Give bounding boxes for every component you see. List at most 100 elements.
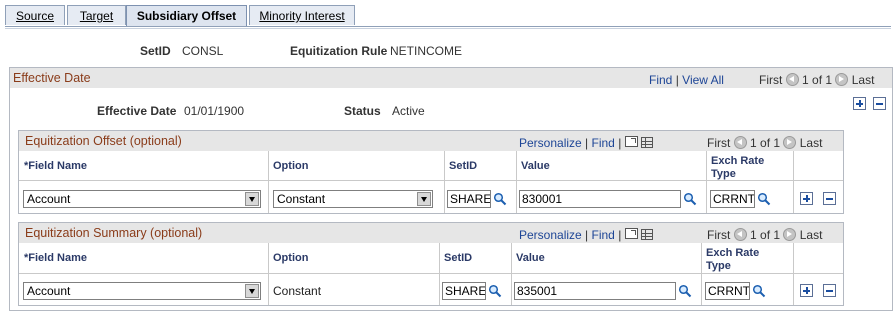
last-label: Last (799, 228, 823, 242)
find-link[interactable]: Find (649, 73, 672, 87)
last-label: Last (799, 136, 823, 150)
equitization-rule-label: Equitization Rule (290, 44, 388, 58)
selected-value: Constant (277, 192, 326, 206)
add-offset-row-icon[interactable] (800, 192, 813, 205)
zoom-icon[interactable] (624, 228, 638, 240)
field-name-select[interactable]: Account (23, 190, 261, 208)
effective-date-nav: Find | View All (649, 73, 724, 87)
status-label: Status (344, 104, 381, 118)
grid-icon[interactable] (641, 229, 654, 241)
value-input[interactable]: 835001 (514, 282, 676, 300)
summary-grid-nav: Personalize | Find | (519, 228, 654, 242)
next-icon[interactable] (783, 228, 797, 242)
exch-rate-type-input[interactable]: CRRNT (705, 282, 750, 300)
magnifier-icon[interactable] (683, 192, 697, 206)
tab-subsidiary-offset[interactable]: Subsidiary Offset (126, 5, 247, 27)
offset-grid-pager: First 1 of 1 Last (707, 136, 822, 150)
previous-icon[interactable] (785, 73, 799, 87)
previous-icon[interactable] (733, 228, 747, 242)
chevron-down-icon[interactable] (245, 192, 259, 206)
col-field-name: *Field Name (24, 160, 87, 172)
col-divider (439, 243, 440, 305)
first-label: First (707, 136, 731, 150)
find-link[interactable]: Find (592, 228, 615, 242)
previous-icon[interactable] (733, 136, 747, 150)
tab-minority-interest[interactable]: Minority Interest (249, 5, 355, 25)
view-all-link[interactable]: View All (682, 73, 724, 87)
col-exch-rate-type: Exch Rate Type (711, 155, 764, 181)
col-value: Value (521, 160, 550, 172)
tab-label: Subsidiary Offset (136, 9, 237, 23)
tab-divider (5, 26, 891, 27)
col-value: Value (516, 252, 545, 264)
personalize-link[interactable]: Personalize (519, 228, 582, 242)
summary-grid-pager: First 1 of 1 Last (707, 228, 822, 242)
offset-grid-nav: Personalize | Find | (519, 136, 654, 150)
selected-value: Account (27, 192, 71, 206)
col-exch-line2: Type (706, 260, 731, 272)
col-divider (793, 243, 794, 305)
exch-rate-type-input[interactable]: CRRNT (710, 190, 755, 208)
delete-summary-row-icon[interactable] (823, 284, 836, 297)
chevron-down-icon[interactable] (245, 284, 259, 298)
last-label: Last (851, 73, 875, 87)
value-input[interactable]: 830001 (519, 190, 681, 208)
col-setid: SetID (449, 160, 478, 172)
col-setid: SetID (444, 252, 473, 264)
setid-value: CONSL (182, 44, 224, 58)
offset-grid-title: Equitization Offset (optional) (25, 134, 182, 148)
setid-input[interactable]: SHARE (442, 282, 486, 300)
option-select[interactable]: Constant (273, 190, 433, 208)
magnifier-icon[interactable] (752, 284, 766, 298)
col-divider (516, 151, 517, 213)
grid-icon[interactable] (641, 137, 654, 149)
tab-label: Source (15, 9, 55, 23)
magnifier-icon[interactable] (493, 192, 507, 206)
magnifier-icon[interactable] (678, 284, 692, 298)
next-icon[interactable] (835, 73, 849, 87)
field-name-select[interactable]: Account (23, 282, 261, 300)
magnifier-icon[interactable] (757, 192, 771, 206)
summary-grid-title: Equitization Summary (optional) (25, 226, 203, 240)
separator: | (585, 136, 589, 150)
col-exch-line2: Type (711, 168, 736, 180)
row-count: 1 of 1 (750, 228, 781, 242)
col-divider (793, 151, 794, 213)
effective-date-pager: First 1 of 1 Last (759, 73, 874, 87)
equitization-rule-value: NETINCOME (390, 44, 462, 58)
col-divider (701, 243, 702, 305)
tab-label: Minority Interest (259, 9, 345, 23)
first-label: First (759, 73, 783, 87)
separator: | (618, 228, 622, 242)
add-summary-row-icon[interactable] (800, 284, 813, 297)
next-icon[interactable] (783, 136, 797, 150)
separator: | (618, 136, 622, 150)
add-effective-row-icon[interactable] (853, 97, 866, 110)
personalize-link[interactable]: Personalize (519, 136, 582, 150)
find-link[interactable]: Find (592, 136, 615, 150)
option-value: Constant (273, 284, 322, 298)
tab-target[interactable]: Target (67, 5, 126, 25)
zoom-icon[interactable] (624, 136, 638, 148)
row-count: 1 of 1 (750, 136, 781, 150)
effective-date-label: Effective Date (97, 104, 177, 118)
tab-source[interactable]: Source (5, 5, 65, 25)
row-count: 1 of 1 (802, 73, 833, 87)
separator: | (675, 73, 679, 87)
col-exch-line1: Exch Rate (711, 155, 765, 167)
delete-effective-row-icon[interactable] (873, 97, 886, 110)
effective-date-title: Effective Date (13, 71, 91, 85)
col-option: Option (273, 160, 309, 172)
setid-label: SetID (140, 44, 171, 58)
chevron-down-icon[interactable] (417, 192, 431, 206)
delete-offset-row-icon[interactable] (823, 192, 836, 205)
magnifier-icon[interactable] (488, 284, 502, 298)
selected-value: Account (27, 284, 71, 298)
col-divider (444, 151, 445, 213)
separator: | (585, 228, 589, 242)
setid-input[interactable]: SHARE (447, 190, 491, 208)
header-row-divider (19, 180, 843, 181)
first-label: First (707, 228, 731, 242)
col-option: Option (273, 252, 309, 264)
tab-label: Target (79, 9, 114, 23)
